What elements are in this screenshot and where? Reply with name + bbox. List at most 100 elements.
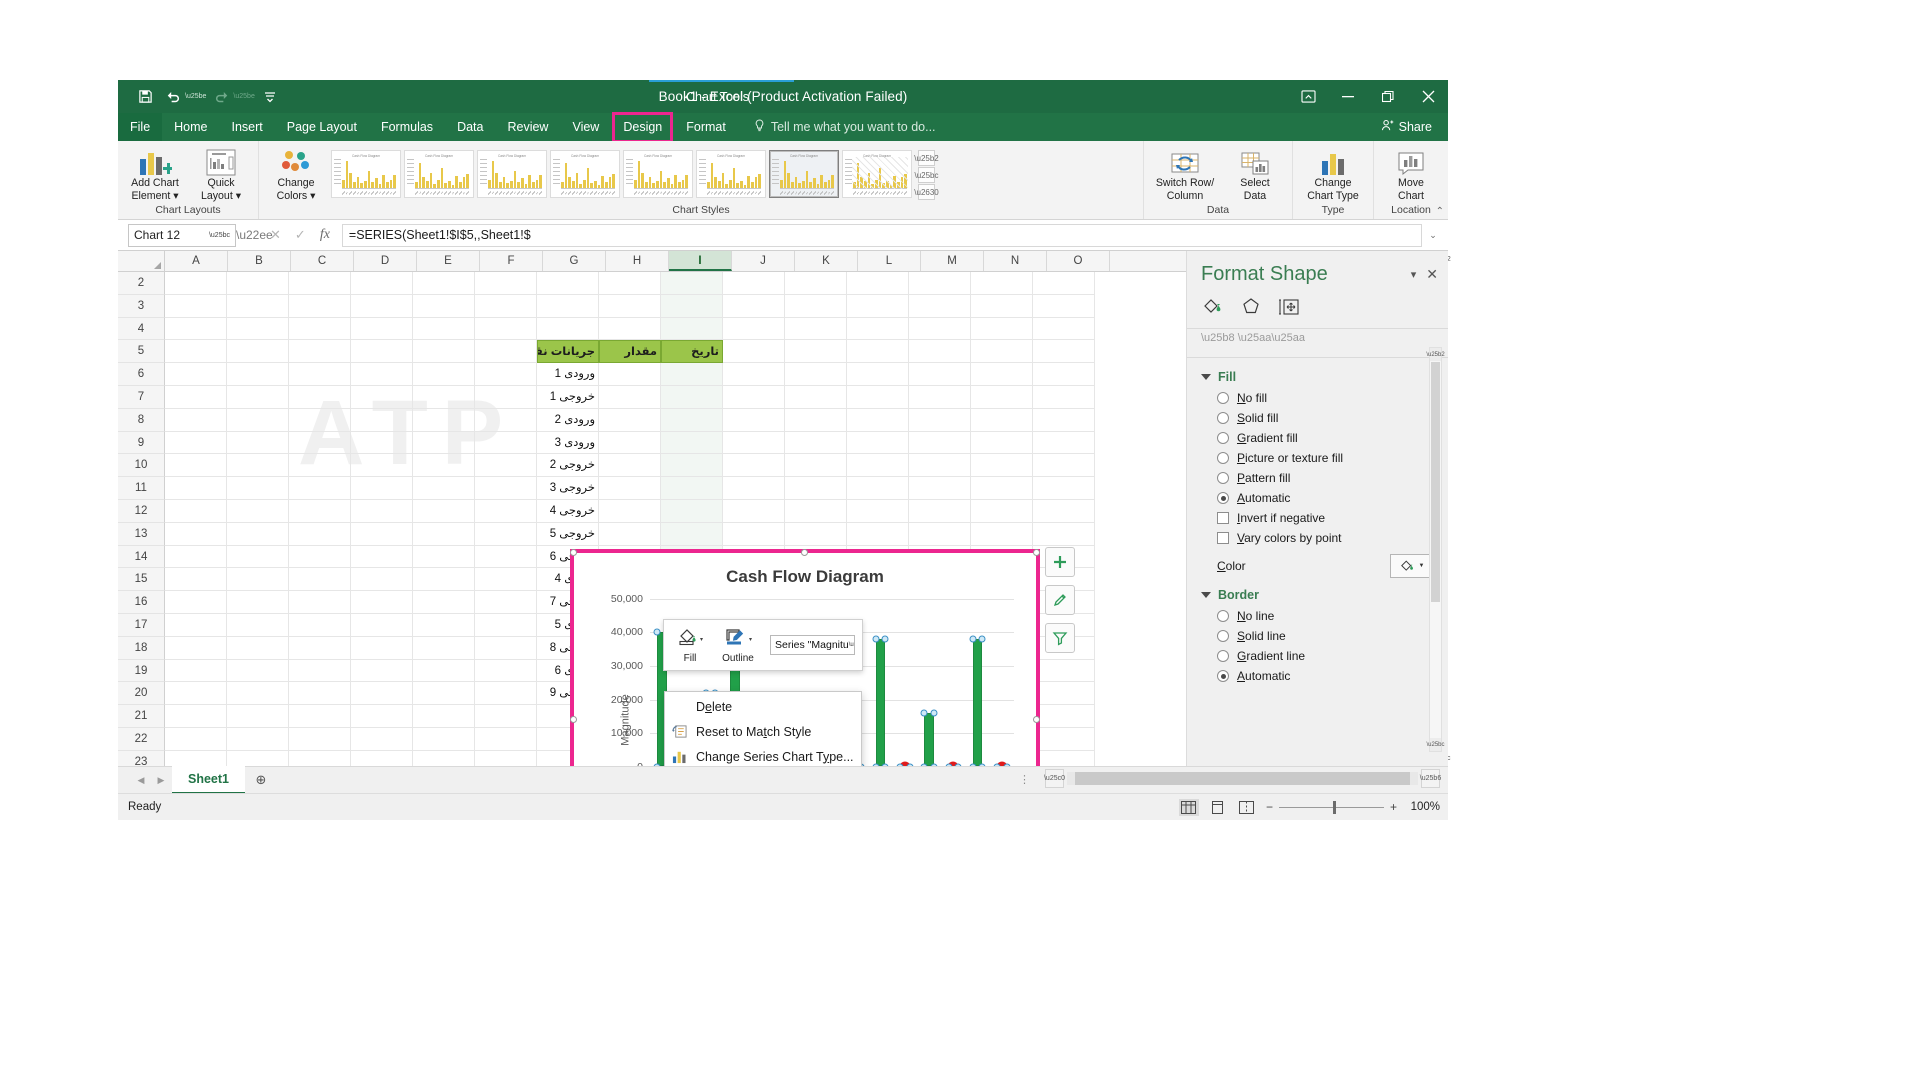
row-header-12[interactable]: 12 (118, 499, 165, 523)
series-selector-combo[interactable]: Series "Magnitu \u25bc (770, 635, 855, 655)
cell-N6[interactable] (971, 363, 1033, 386)
row-header-23[interactable]: 23 (118, 750, 165, 766)
radio-button[interactable] (1217, 472, 1229, 484)
row-header-16[interactable]: 16 (118, 591, 165, 614)
zoom-knob[interactable] (1332, 800, 1336, 814)
cell-I11[interactable] (661, 477, 723, 500)
cell-B3[interactable] (227, 294, 289, 318)
cell-O23[interactable] (1033, 750, 1095, 766)
cell-F2[interactable] (475, 272, 537, 295)
cell-M11[interactable] (909, 477, 971, 500)
cell-K12[interactable] (785, 499, 847, 523)
column-header-O[interactable]: O (1047, 251, 1110, 271)
zoom-track[interactable] (1278, 800, 1384, 814)
cell-F13[interactable] (475, 522, 537, 546)
cell-K2[interactable] (785, 272, 847, 295)
cell-E10[interactable] (413, 454, 475, 478)
cell-J8[interactable] (723, 408, 785, 432)
cell-A13[interactable] (165, 522, 227, 546)
mini-outline-button[interactable]: ▾ Outline (714, 627, 762, 664)
fill-color-button[interactable]: ▼ (1390, 554, 1434, 578)
cell-M4[interactable] (909, 317, 971, 341)
format-pane-close-icon[interactable]: ✕ (1426, 266, 1438, 283)
cell-K8[interactable] (785, 408, 847, 432)
cell-O2[interactable] (1033, 272, 1095, 295)
change-chart-type-button[interactable]: Change Chart Type (1299, 144, 1367, 202)
cell-C11[interactable] (289, 477, 351, 500)
insert-function-icon[interactable]: fx (320, 227, 330, 243)
context-menu[interactable]: Delete Reset to Match Style Change Series … (664, 691, 862, 766)
cell-M9[interactable] (909, 431, 971, 455)
cell-H11[interactable] (599, 477, 661, 500)
chart-series-handle[interactable] (653, 628, 661, 636)
tab-design[interactable]: Design (611, 112, 674, 143)
tab-home[interactable]: Home (162, 113, 219, 141)
cell-F15[interactable] (475, 568, 537, 592)
pane-scroll-down-icon[interactable]: \u25bc (1427, 738, 1445, 751)
cell-E4[interactable] (413, 317, 475, 341)
close-button[interactable] (1408, 80, 1448, 113)
cell-C8[interactable] (289, 408, 351, 432)
cell-O11[interactable] (1033, 477, 1095, 500)
cell-D7[interactable] (351, 385, 413, 409)
cell-K11[interactable] (785, 477, 847, 500)
cell-L13[interactable] (847, 522, 909, 546)
cell-G9[interactable]: ورودی 3 (537, 431, 599, 455)
column-header-D[interactable]: D (354, 251, 417, 271)
column-header-I[interactable]: I (669, 251, 732, 271)
cell-M8[interactable] (909, 408, 971, 432)
cell-O6[interactable] (1033, 363, 1095, 386)
hscroll-track[interactable] (1067, 772, 1418, 785)
chart-style-thumb-5[interactable]: Cash Flow Diagram (623, 150, 693, 198)
format-option-vary-colors-by-point[interactable]: Vary colors by point (1187, 528, 1448, 548)
cell-E14[interactable] (413, 545, 475, 569)
redo-icon[interactable] (208, 85, 234, 109)
cell-O5[interactable] (1033, 340, 1095, 364)
cell-D21[interactable] (351, 705, 413, 728)
chart-series-handle[interactable] (978, 635, 986, 643)
row-header-7[interactable]: 7 (118, 385, 165, 409)
cell-L6[interactable] (847, 363, 909, 386)
cell-C10[interactable] (289, 454, 351, 478)
cell-C17[interactable] (289, 613, 351, 637)
cell-M7[interactable] (909, 385, 971, 409)
undo-icon[interactable] (160, 85, 186, 109)
cell-M2[interactable] (909, 272, 971, 295)
column-header-F[interactable]: F (480, 251, 543, 271)
cell-F3[interactable] (475, 294, 537, 318)
cell-B7[interactable] (227, 385, 289, 409)
cell-B6[interactable] (227, 363, 289, 386)
cell-D16[interactable] (351, 591, 413, 614)
cell-L7[interactable] (847, 385, 909, 409)
chart-title[interactable]: Cash Flow Diagram (574, 567, 1036, 587)
cell-H6[interactable] (599, 363, 661, 386)
cell-F10[interactable] (475, 454, 537, 478)
cell-J3[interactable] (723, 294, 785, 318)
size-properties-icon[interactable] (1277, 295, 1301, 319)
context-menu-item-reset-to-match-style[interactable]: Reset to Match Style (665, 719, 861, 744)
cell-A14[interactable] (165, 545, 227, 569)
cell-J12[interactable] (723, 499, 785, 523)
cell-D5[interactable] (351, 340, 413, 364)
cell-H2[interactable] (599, 272, 661, 295)
formula-input[interactable]: =SERIES(Sheet1!$I$5,,Sheet1!$ (341, 223, 1422, 247)
cell-I12[interactable] (661, 499, 723, 523)
cell-I3[interactable] (661, 294, 723, 318)
cell-F6[interactable] (475, 363, 537, 386)
cell-E13[interactable] (413, 522, 475, 546)
chart-handle-tr[interactable] (1033, 549, 1040, 556)
cell-G2[interactable] (537, 272, 599, 295)
cell-M10[interactable] (909, 454, 971, 478)
cell-A12[interactable] (165, 499, 227, 523)
fill-caret-icon[interactable]: ▾ (700, 636, 703, 643)
cell-D17[interactable] (351, 613, 413, 637)
cell-H8[interactable] (599, 408, 661, 432)
cell-D18[interactable] (351, 636, 413, 660)
column-header-M[interactable]: M (921, 251, 984, 271)
cell-E3[interactable] (413, 294, 475, 318)
cell-L5[interactable] (847, 340, 909, 364)
chart-handle-tl[interactable] (570, 549, 577, 556)
cell-A16[interactable] (165, 591, 227, 614)
cell-C16[interactable] (289, 591, 351, 614)
outline-caret-icon[interactable]: ▾ (749, 636, 752, 643)
